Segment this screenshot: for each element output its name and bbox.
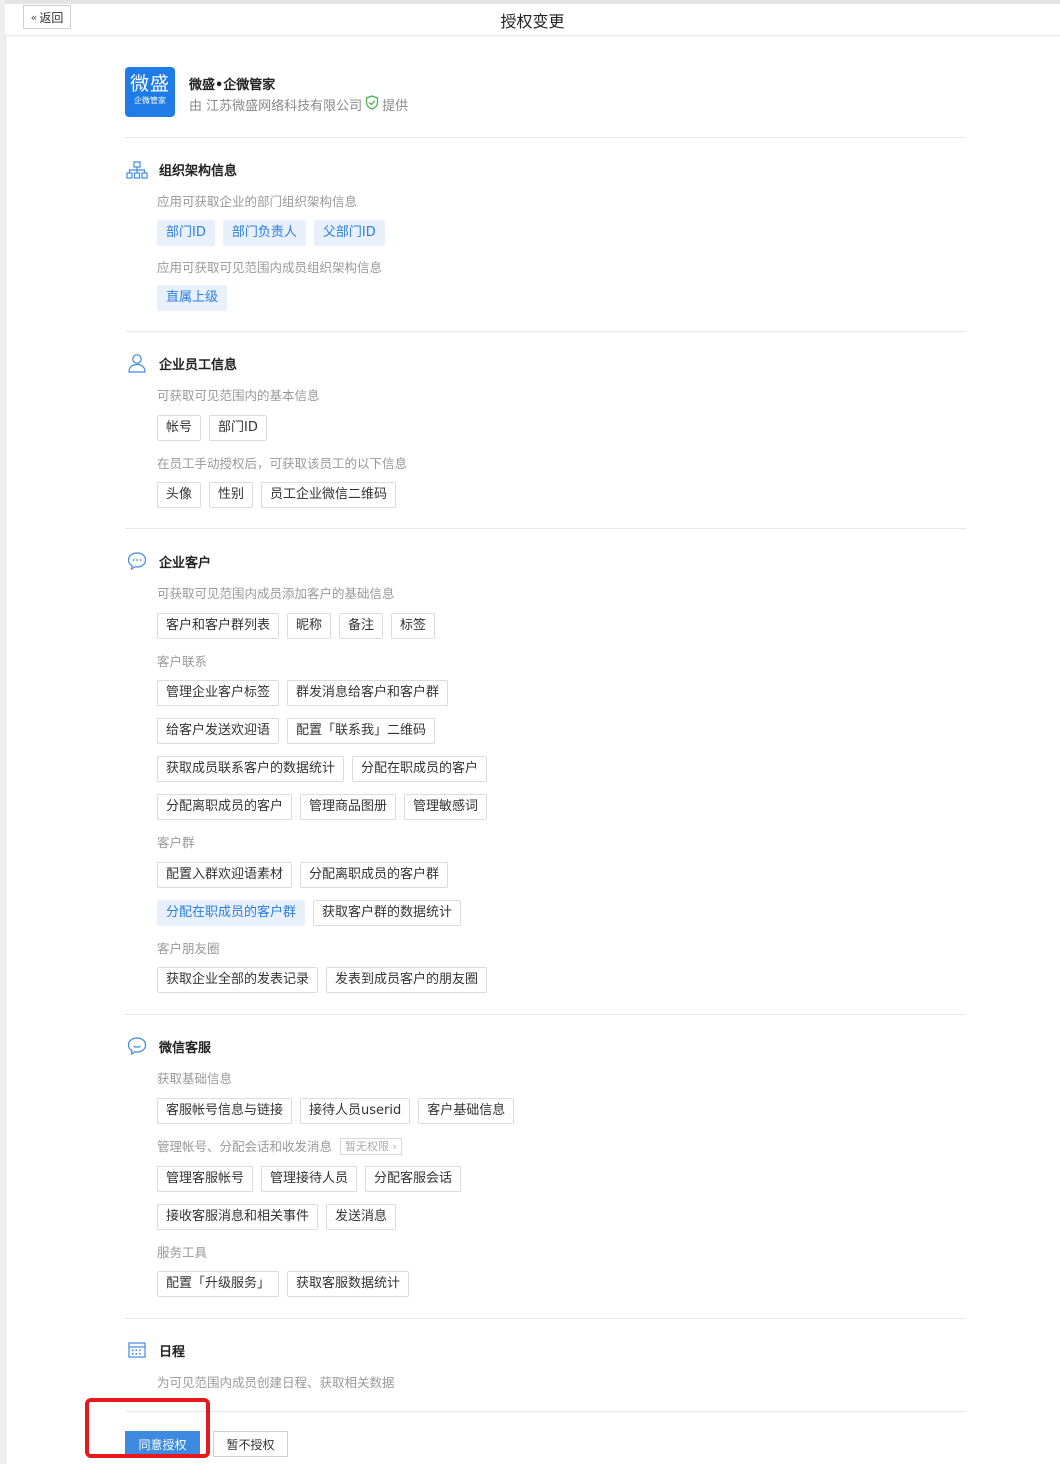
permission-tag: 备注 (339, 613, 384, 639)
permission-tag: 管理敏感词 (404, 794, 488, 820)
permission-tag: 配置「升级服务」 (157, 1271, 280, 1297)
permission-tag: 父部门ID (313, 220, 385, 246)
section-org-desc-2: 应用可获取可见范围内成员组织架构信息 (157, 260, 383, 275)
permission-tag: 分配在职成员的客户群 (157, 900, 306, 926)
app-name: 微盛•企微管家 (189, 78, 276, 93)
permission-tag: 接待人员userid (300, 1098, 411, 1124)
permission-tag: 发送消息 (326, 1204, 397, 1230)
provider-suffix: 提供 (382, 99, 409, 114)
section-staff-desc-2: 在员工手动授权后，可获取该员工的以下信息 (157, 456, 408, 471)
tag-row: 部门ID 部门负责人 父部门ID (157, 220, 385, 246)
section-customer-desc-2: 客户联系 (157, 654, 208, 669)
permission-tag: 帐号 (157, 415, 202, 441)
divider (125, 1014, 966, 1015)
top-bar: « 返回 授权变更 (5, 0, 1060, 36)
section-customer-desc-3: 客户群 (157, 835, 195, 850)
permission-tag: 接收客服消息和相关事件 (157, 1204, 319, 1230)
section-kf-desc-3: 服务工具 (157, 1245, 208, 1260)
logo-sub-text: 企微管家 (134, 96, 166, 105)
permission-tag: 给客户发送欢迎语 (157, 718, 280, 744)
section-staff-desc-1: 可获取可见范围内的基本信息 (157, 388, 320, 403)
permission-tag: 部门ID (209, 415, 267, 441)
tag-row: 头像 性别 员工企业微信二维码 (157, 482, 397, 508)
tag-row: 配置「升级服务」 获取客服数据统计 (157, 1271, 410, 1297)
divider (125, 1411, 966, 1412)
no-permission-badge[interactable]: 暂无权限 › (340, 1138, 402, 1155)
section-customer-desc-1: 可获取可见范围内成员添加客户的基础信息 (157, 586, 395, 601)
highlight-annotation (85, 1398, 210, 1458)
tag-row: 分配离职成员的客户 管理商品图册 管理敏感词 (157, 794, 488, 820)
section-title-org: 组织架构信息 (159, 164, 238, 179)
permission-tag: 直属上级 (157, 285, 228, 311)
decline-authorize-button[interactable]: 暂不授权 (213, 1431, 288, 1457)
permission-tag: 管理商品图册 (300, 794, 397, 820)
divider (125, 137, 966, 138)
chat-bubble-icon (126, 551, 148, 571)
permission-tag: 管理接待人员 (261, 1166, 358, 1192)
permission-tag: 分配离职成员的客户群 (300, 862, 449, 888)
tag-row: 获取成员联系客户的数据统计 分配在职成员的客户 (157, 756, 488, 782)
divider (125, 1318, 966, 1319)
tag-row: 管理客服帐号 管理接待人员 分配客服会话 (157, 1166, 462, 1192)
permission-tag: 分配在职成员的客户 (352, 756, 488, 782)
section-customer-desc-4: 客户朋友圈 (157, 941, 220, 956)
tag-row: 给客户发送欢迎语 配置「联系我」二维码 (157, 718, 436, 744)
permission-tag: 管理企业客户标签 (157, 680, 280, 706)
page-title: 授权变更 (500, 12, 565, 31)
divider (125, 331, 966, 332)
permission-tag: 管理客服帐号 (157, 1166, 254, 1192)
permission-tag: 获取成员联系客户的数据统计 (157, 756, 345, 782)
permission-tag: 客服帐号信息与链接 (157, 1098, 293, 1124)
provider-prefix: 由 江苏微盛网络科技有限公司 (189, 99, 363, 114)
tag-row: 帐号 部门ID (157, 415, 267, 441)
permission-tag: 配置「联系我」二维码 (287, 718, 436, 744)
permission-tag: 员工企业微信二维码 (261, 482, 397, 508)
permission-tag: 获取企业全部的发表记录 (157, 967, 319, 993)
permission-tag: 分配离职成员的客户 (157, 794, 293, 820)
permission-tag: 部门负责人 (222, 220, 306, 246)
section-title-staff: 企业员工信息 (159, 358, 238, 373)
logo-main-text: 微盛 (129, 73, 170, 95)
tag-row: 客户和客户群列表 昵称 备注 标签 (157, 613, 436, 639)
tag-row: 客服帐号信息与链接 接待人员userid 客户基础信息 (157, 1098, 515, 1124)
permission-tag: 配置入群欢迎语素材 (157, 862, 293, 888)
permission-tag: 获取客户群的数据统计 (313, 900, 462, 926)
permission-tag: 昵称 (287, 613, 332, 639)
tag-row: 接收客服消息和相关事件 发送消息 (157, 1204, 397, 1230)
section-kf-desc-2: 管理帐号、分配会话和收发消息 暂无权限 › (157, 1136, 402, 1155)
tag-row: 获取企业全部的发表记录 发表到成员客户的朋友圈 (157, 967, 488, 993)
permission-tag: 部门ID (157, 220, 215, 246)
user-icon (126, 353, 148, 373)
permission-tag: 群发消息给客户和客户群 (287, 680, 449, 706)
permission-tag: 客户基础信息 (418, 1098, 515, 1124)
section-schedule-desc-1: 为可见范围内成员创建日程、获取相关数据 (157, 1375, 395, 1390)
verified-shield-icon (365, 95, 379, 114)
section-title-customer: 企业客户 (159, 556, 212, 571)
customer-service-icon (126, 1036, 148, 1056)
permission-tag: 获取客服数据统计 (287, 1271, 410, 1297)
permission-tag: 发表到成员客户的朋友圈 (326, 967, 488, 993)
app-provider: 由 江苏微盛网络科技有限公司 提供 (189, 95, 408, 114)
permission-tag: 性别 (209, 482, 254, 508)
permission-tag: 客户和客户群列表 (157, 613, 280, 639)
permission-tag: 标签 (391, 613, 436, 639)
authorization-panel: 微盛 企微管家 微盛•企微管家 由 江苏微盛网络科技有限公司 提供 组织架构信息… (5, 36, 1060, 1464)
divider (125, 528, 966, 529)
section-org-desc-1: 应用可获取企业的部门组织架构信息 (157, 194, 358, 209)
tag-row: 管理企业客户标签 群发消息给客户和客户群 (157, 680, 449, 706)
section-kf-desc-2-text: 管理帐号、分配会话和收发消息 (157, 1139, 333, 1154)
tag-row: 配置入群欢迎语素材 分配离职成员的客户群 (157, 862, 449, 888)
section-title-kf: 微信客服 (159, 1041, 212, 1056)
calendar-icon (126, 1340, 148, 1360)
tag-row: 分配在职成员的客户群 获取客户群的数据统计 (157, 900, 462, 926)
app-logo: 微盛 企微管家 (125, 67, 175, 117)
org-chart-icon (126, 160, 148, 180)
permission-tag: 分配客服会话 (365, 1166, 462, 1192)
permission-tag: 头像 (157, 482, 202, 508)
section-title-schedule: 日程 (159, 1345, 186, 1360)
section-kf-desc-1: 获取基础信息 (157, 1071, 233, 1086)
tag-row: 直属上级 (157, 285, 228, 311)
